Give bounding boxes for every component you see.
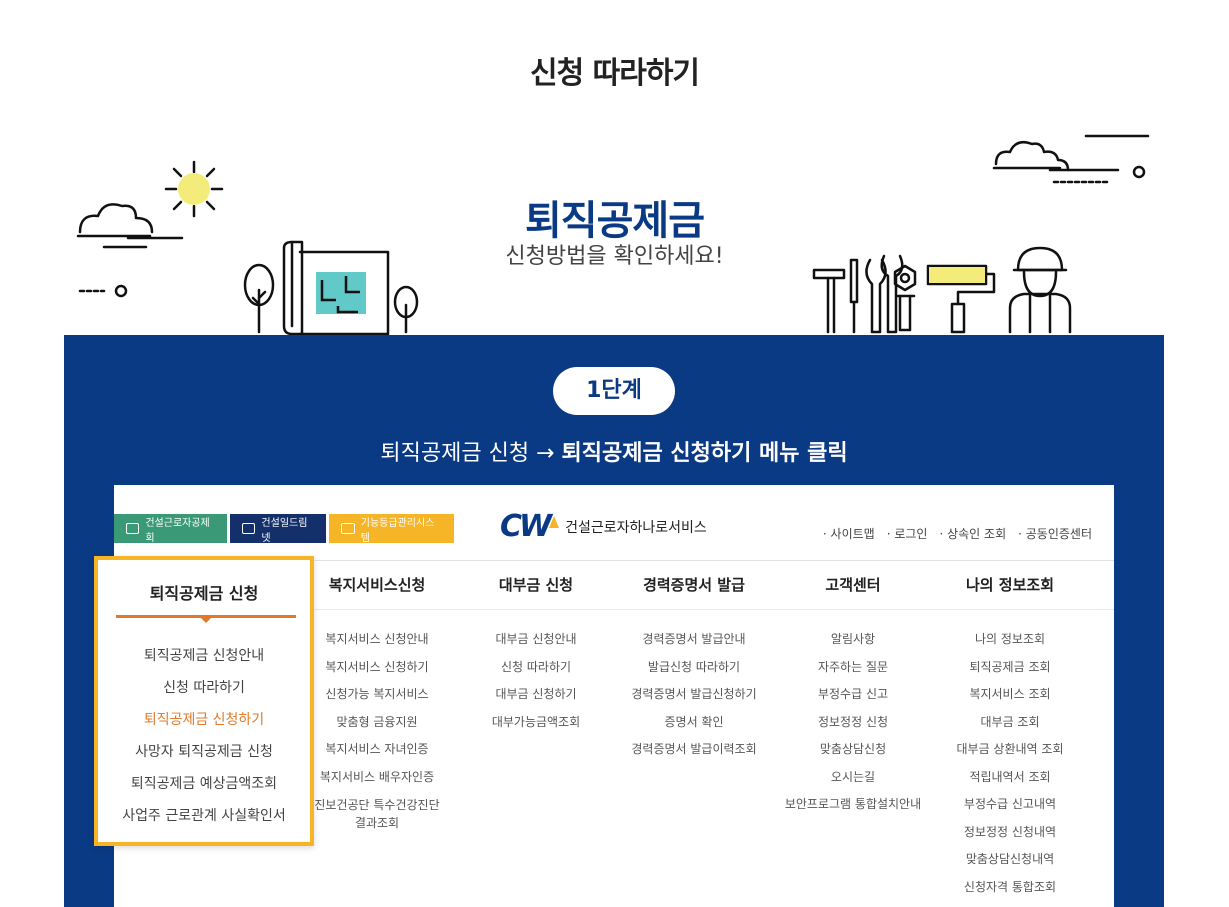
- menu-item[interactable]: 결과조회: [307, 814, 447, 832]
- menu-item[interactable]: 신청가능 복지서비스: [307, 681, 447, 709]
- menu-item[interactable]: 맞춤상담신청내역: [950, 846, 1070, 874]
- menu-item[interactable]: 맞춤형 금융지원: [307, 709, 447, 737]
- step-badge: 1단계: [553, 367, 675, 415]
- utility-links: · 사이트맵 · 로그인 · 상속인 조회 · 공동인증센터: [823, 525, 1092, 542]
- menu-item[interactable]: 오시는길: [779, 764, 927, 792]
- menu-item[interactable]: 경력증명서 발급이력조회: [620, 736, 768, 764]
- menu-item[interactable]: 대부금 신청안내: [476, 626, 596, 654]
- menu-item[interactable]: 보안프로그램 통합설치안내: [779, 791, 927, 819]
- menu-customer-center: 고객센터 알림사항 자주하는 질문 부정수급 신고 정보정정 신청 맞춤상담신청…: [779, 560, 927, 819]
- menu-item[interactable]: 퇴직공제금 신청안내: [98, 640, 310, 672]
- menu-head[interactable]: 복지서비스신청: [307, 560, 447, 610]
- menu-item[interactable]: 신청 따라하기: [476, 654, 596, 682]
- util-sitemap[interactable]: · 사이트맵: [823, 525, 875, 542]
- menu-loan: 대부금 신청 대부금 신청안내 신청 따라하기 대부금 신청하기 대부가능금액조…: [476, 560, 596, 736]
- menu-head[interactable]: 나의 정보조회: [950, 560, 1070, 610]
- menu-item[interactable]: 사업주 근로관계 사실확인서: [98, 800, 310, 832]
- tab-dreamnet[interactable]: 건설일드림넷: [230, 514, 326, 544]
- menu-item[interactable]: 부정수급 신고내역: [950, 791, 1070, 819]
- menu-item[interactable]: 대부금 신청하기: [476, 681, 596, 709]
- menu-head[interactable]: 고객센터: [779, 560, 927, 610]
- menu-item[interactable]: 부정수급 신고: [779, 681, 927, 709]
- menu-item[interactable]: 정보정정 신청: [779, 709, 927, 737]
- menu-item[interactable]: 퇴직공제금 조회: [950, 654, 1070, 682]
- menu-item[interactable]: 대부가능금액조회: [476, 709, 596, 737]
- menu-item[interactable]: 나의 정보조회: [950, 626, 1070, 654]
- badge-icon: [341, 523, 355, 534]
- menu-item[interactable]: 신청자격 통합조회: [950, 874, 1070, 902]
- step-description: 퇴직공제금 신청 → 퇴직공제금 신청하기 메뉴 클릭: [64, 435, 1164, 467]
- tab-label: 건설근로자공제회: [145, 517, 210, 544]
- monitor-icon: [126, 523, 140, 534]
- menu-head[interactable]: 경력증명서 발급: [620, 560, 768, 610]
- caret-down-icon: [201, 618, 211, 623]
- top-tabs: 건설근로자공제회 건설일드림넷 기능등급관리시스템: [114, 514, 454, 544]
- menu-item[interactable]: 대부금 상환내역 조회: [950, 736, 1070, 764]
- tab-skill-grade[interactable]: 기능등급관리시스템: [329, 514, 454, 544]
- helmet-icon: [242, 523, 256, 534]
- tab-label: 건설일드림넷: [261, 517, 308, 544]
- menu-career-cert: 경력증명서 발급 경력증명서 발급안내 발급신청 따라하기 경력증명서 발급신청…: [620, 560, 768, 764]
- menu-item[interactable]: 신청 따라하기: [98, 672, 310, 704]
- menu-my-info: 나의 정보조회 나의 정보조회 퇴직공제금 조회 복지서비스 조회 대부금 조회…: [950, 560, 1070, 901]
- menu-item[interactable]: 적립내역서 조회: [950, 764, 1070, 792]
- menu-item[interactable]: 발급신청 따라하기: [620, 654, 768, 682]
- util-login[interactable]: · 로그인: [887, 525, 928, 542]
- logo-triangle-icon: [549, 515, 560, 528]
- page-title: 신청 따라하기: [529, 56, 700, 91]
- step-desc-bold: 퇴직공제금 신청하기 메뉴 클릭: [561, 441, 848, 466]
- menu-item[interactable]: 정보정정 신청내역: [950, 819, 1070, 847]
- menu-item[interactable]: 진보건공단 특수건강진단: [307, 796, 447, 814]
- menu-item[interactable]: 복지서비스 배우자인증: [307, 764, 447, 792]
- menu-item[interactable]: 경력증명서 발급신청하기: [620, 681, 768, 709]
- menu-item-active[interactable]: 퇴직공제금 신청하기: [98, 704, 310, 736]
- tab-label: 기능등급관리시스템: [360, 517, 435, 544]
- menu-item[interactable]: 퇴직공제금 예상금액조회: [98, 768, 310, 800]
- menu-item[interactable]: 사망자 퇴직공제금 신청: [98, 736, 310, 768]
- menu-item[interactable]: 복지서비스 자녀인증: [307, 736, 447, 764]
- retirement-menu-highlight: 퇴직공제금 신청 퇴직공제금 신청안내 신청 따라하기 퇴직공제금 신청하기 사…: [94, 556, 314, 846]
- menu-item[interactable]: 자주하는 질문: [779, 654, 927, 682]
- site-logo[interactable]: CW 건설근로자하나로서비스: [500, 509, 707, 544]
- tab-cw-association[interactable]: 건설근로자공제회: [114, 514, 227, 544]
- util-heir-lookup[interactable]: · 상속인 조회: [939, 525, 1006, 542]
- menu-head[interactable]: 대부금 신청: [476, 560, 596, 610]
- menu-item[interactable]: 경력증명서 발급안내: [620, 626, 768, 654]
- menu-item[interactable]: 증명서 확인: [620, 709, 768, 737]
- step-desc-prefix: 퇴직공제금 신청 →: [380, 441, 562, 466]
- util-cert-center[interactable]: · 공동인증센터: [1018, 525, 1092, 542]
- retirement-menu-list: 퇴직공제금 신청안내 신청 따라하기 퇴직공제금 신청하기 사망자 퇴직공제금 …: [98, 640, 310, 832]
- hero-subtitle: 신청방법을 확인하세요!: [505, 244, 724, 269]
- hero-illustration: 퇴직공제금 신청방법을 확인하세요!: [0, 120, 1229, 336]
- menu-item[interactable]: 대부금 조회: [950, 709, 1070, 737]
- menu-item[interactable]: 복지서비스 조회: [950, 681, 1070, 709]
- menu-head-retirement[interactable]: 퇴직공제금 신청: [98, 580, 310, 604]
- menu-item[interactable]: 맞춤상담신청: [779, 736, 927, 764]
- menu-item[interactable]: 복지서비스 신청안내: [307, 626, 447, 654]
- menu-item[interactable]: 알림사항: [779, 626, 927, 654]
- logo-text: 건설근로자하나로서비스: [565, 519, 707, 536]
- menu-item[interactable]: 복지서비스 신청하기: [307, 654, 447, 682]
- logo-mark: CW: [500, 509, 552, 544]
- menu-welfare: 복지서비스신청 복지서비스 신청안내 복지서비스 신청하기 신청가능 복지서비스…: [307, 560, 447, 832]
